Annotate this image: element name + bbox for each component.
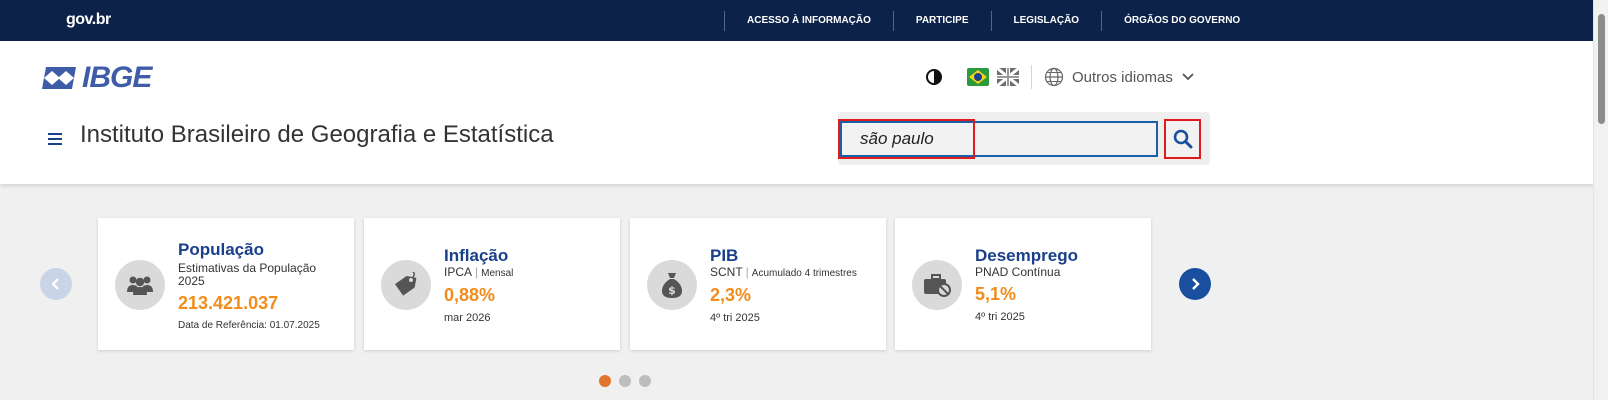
svg-text:$: $ (668, 284, 676, 297)
indicator-subtitle: PNAD Contínua (975, 265, 1061, 279)
indicator-title: População (178, 240, 264, 259)
indicator-body: Desemprego PNAD Contínua 5,1% 4º tri 202… (975, 246, 1078, 323)
indicator-value: 5,1% (975, 284, 1017, 304)
scrollbar-thumb[interactable] (1598, 14, 1605, 124)
govbr-links: ACESSO À INFORMAÇÃO PARTICIPE LEGISLAÇÃO… (724, 0, 1262, 41)
carousel-prev-button[interactable] (40, 268, 72, 300)
ibge-logo-mark-icon (42, 67, 76, 89)
chevron-left-icon (51, 278, 59, 290)
indicator-body: PIB SCNT | Acumulado 4 trimestres 2,3% 4º … (710, 246, 857, 324)
money-bag-icon: $ (662, 273, 682, 298)
chevron-right-icon (1192, 278, 1200, 290)
language-selector[interactable]: Outros idiomas (1044, 67, 1195, 87)
indicator-title: Inflação (444, 246, 509, 265)
site-header: IBGE Outros idiomas Instituto Brasileiro… (0, 41, 1593, 184)
chevron-down-icon (1182, 73, 1194, 81)
indicator-value: 213.421.037 (178, 293, 279, 313)
carousel-dots (599, 375, 659, 387)
indicator-card-desemprego[interactable]: Desemprego PNAD Contínua 5,1% 4º tri 202… (895, 218, 1151, 350)
indicator-icon-circle (115, 260, 165, 310)
header-tools: Outros idiomas (925, 65, 1195, 89)
search-button[interactable] (1164, 119, 1201, 159)
search-input[interactable] (840, 121, 1158, 157)
indicator-subtitle-detail: Mensal (481, 268, 514, 279)
govbr-link-participe[interactable]: PARTICIPE (892, 10, 991, 31)
carousel-dot-2[interactable] (619, 375, 631, 387)
indicator-body: População Estimativas da População 2025 … (178, 240, 338, 331)
page-scrollbar[interactable] (1593, 0, 1608, 400)
indicator-title: Desemprego (975, 246, 1078, 265)
indicator-card-pib[interactable]: $ PIB SCNT | Acumulado 4 trimestres 2,3% 4… (630, 218, 886, 350)
menu-icon[interactable] (48, 133, 62, 145)
indicator-icon-circle (912, 260, 962, 310)
people-icon (127, 276, 153, 295)
tools-divider (1031, 65, 1032, 89)
indicator-footer: 4º tri 2025 (975, 311, 1025, 323)
flag-brazil-icon[interactable] (967, 68, 989, 86)
indicator-card-populacao[interactable]: População Estimativas da População 2025 … (98, 218, 354, 350)
contrast-icon[interactable] (925, 68, 943, 86)
indicator-value: 2,3% (710, 285, 752, 305)
govbr-link-legislacao[interactable]: LEGISLAÇÃO (990, 10, 1102, 31)
ibge-logo[interactable]: IBGE (40, 61, 152, 95)
govbr-link-acesso[interactable]: ACESSO À INFORMAÇÃO (724, 10, 893, 31)
search-bar (838, 112, 1210, 165)
govbr-bar: gov.br ACESSO À INFORMAÇÃO PARTICIPE LEG… (0, 0, 1593, 41)
indicator-subtitle: IPCA | Mensal (444, 265, 514, 280)
flag-uk-icon[interactable] (997, 68, 1019, 86)
search-icon (1173, 129, 1192, 149)
govbr-link-orgaos[interactable]: ÓRGÃOS DO GOVERNO (1101, 10, 1262, 31)
indicator-subtitle: SCNT | Acumulado 4 trimestres (710, 265, 857, 280)
indicator-footer: mar 2026 (444, 312, 491, 324)
indicator-footer: Data de Referência: 01.07.2025 (178, 320, 320, 331)
language-label: Outros idiomas (1072, 68, 1173, 86)
indicator-title: PIB (710, 246, 739, 265)
indicator-footer: 4º tri 2025 (710, 312, 760, 324)
carousel-dot-1[interactable] (599, 375, 611, 387)
price-tag-icon (394, 272, 417, 296)
carousel-dot-3[interactable] (639, 375, 651, 387)
indicator-card-inflacao[interactable]: Inflação IPCA | Mensal 0,88% mar 2026 (364, 218, 620, 350)
indicator-icon-circle (381, 260, 431, 310)
ibge-logo-text: IBGE (82, 61, 152, 94)
indicator-subtitle-main: SCNT (710, 265, 743, 279)
indicator-value: 0,88% (444, 285, 496, 305)
briefcase-blocked-icon (924, 274, 951, 297)
site-title[interactable]: Instituto Brasileiro de Geografia e Esta… (80, 121, 554, 149)
govbr-logo[interactable]: gov.br (66, 11, 111, 29)
globe-icon (1044, 67, 1064, 87)
indicator-subtitle-detail: Acumulado 4 trimestres (751, 268, 857, 279)
indicator-body: Inflação IPCA | Mensal 0,88% mar 2026 (444, 246, 513, 324)
indicator-subtitle: Estimativas da População 2025 (178, 261, 317, 288)
carousel-next-button[interactable] (1179, 268, 1211, 300)
indicator-icon-circle: $ (647, 260, 697, 310)
indicator-subtitle-main: IPCA (444, 265, 473, 279)
